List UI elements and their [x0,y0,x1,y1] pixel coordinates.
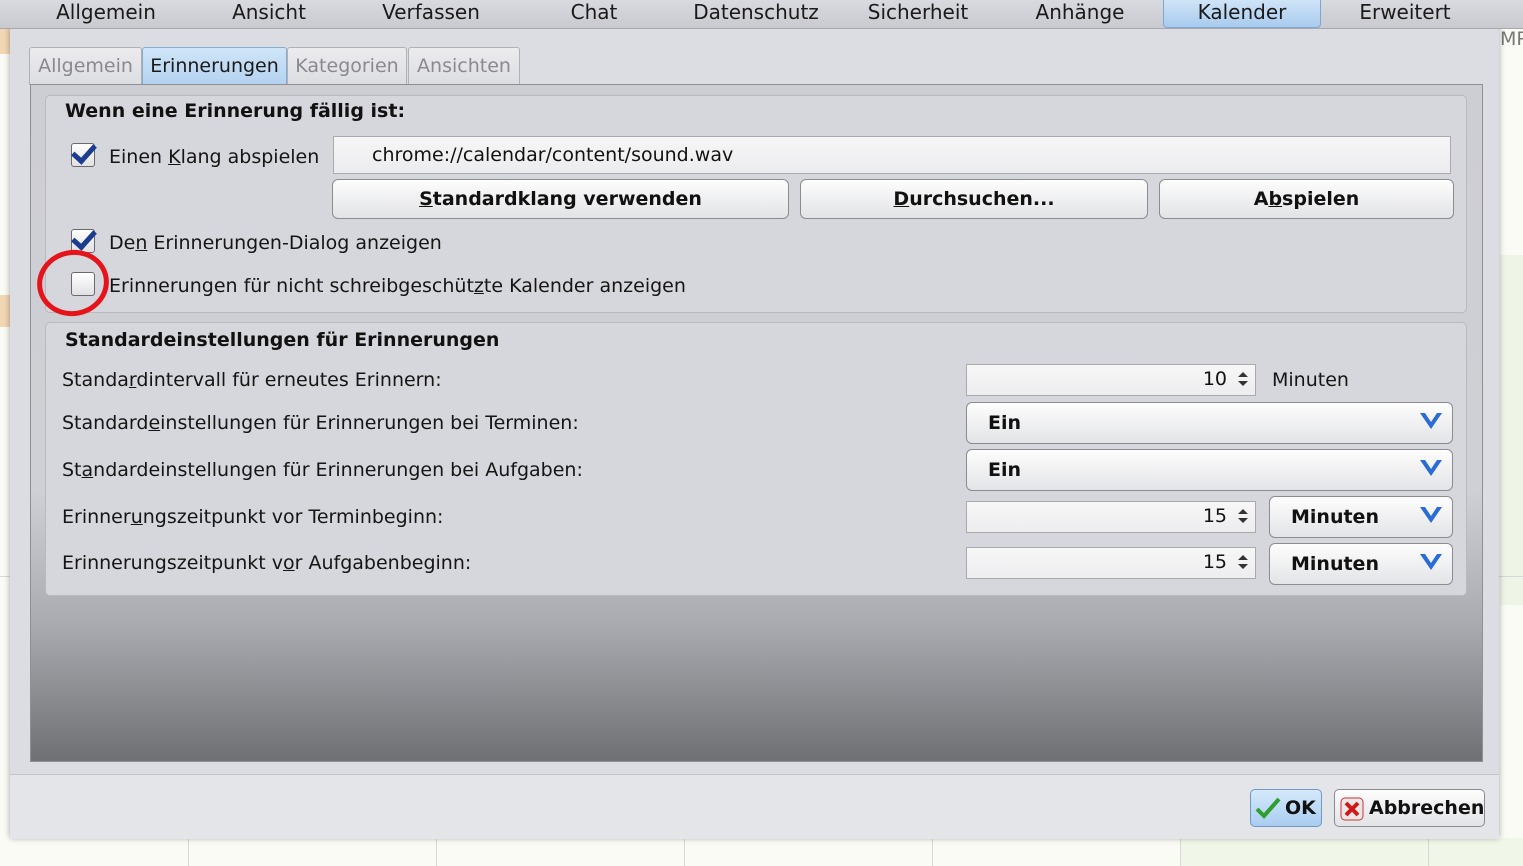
reminders-pane: Wenn eine Erinnerung fällig ist: Einen K… [30,84,1483,762]
chevron-down-icon [1420,413,1442,429]
tasks-default-value: Ein [988,459,1022,481]
close-icon [1340,797,1364,821]
task-alarm-unit-select[interactable]: Minuten [1269,543,1453,585]
sound-path-field[interactable]: chrome://calendar/content/sound.wav [333,136,1451,174]
background-gridline [1180,836,1181,866]
ok-label: OK [1285,797,1316,819]
play-button[interactable]: Abspielen [1159,179,1454,219]
cancel-button[interactable]: Abbrechen [1334,789,1485,827]
group-title: Wenn eine Erinnerung fällig ist: [65,100,406,122]
preferences-dialog: Allgemein Ansicht Verfassen Chat Datensc… [0,0,1523,839]
tasks-default-label: Standardeinstellungen für Erinnerungen b… [62,459,583,481]
background-event-strip [0,295,10,327]
spinner-arrows-icon[interactable] [1235,551,1251,573]
tab-erweitert[interactable]: Erweitert [1340,0,1470,27]
background-text: MP [1500,28,1523,50]
reminder-defaults-group: Standardeinstellungen für Erinnerungen S… [45,322,1467,596]
events-default-value: Ein [988,412,1022,434]
default-sound-button[interactable]: Standardklang verwenden [332,179,789,219]
event-alarm-unit: Minuten [1291,506,1379,528]
play-sound-checkbox[interactable] [71,143,95,167]
task-alarm-value: 15 [1202,551,1227,573]
task-alarm-label: Erinnerungszeitpunkt vor Aufgabenbeginn: [62,552,472,574]
top-tab-bar: Allgemein Ansicht Verfassen Chat Datensc… [0,0,1523,29]
background-event-strip [0,26,10,54]
events-default-select[interactable]: Ein [966,402,1453,444]
sound-path-value: chrome://calendar/content/sound.wav [372,144,734,166]
event-alarm-label: Erinnerungszeitpunkt vor Terminbeginn: [62,506,444,528]
background-gridline [684,836,685,866]
subtab-ansichten[interactable]: Ansichten [408,47,520,85]
spinner-arrows-icon[interactable] [1235,368,1251,390]
event-alarm-spinner[interactable]: 15 [966,501,1256,533]
cancel-label: Abbrechen [1369,797,1485,819]
background-gridline [436,836,437,866]
tab-allgemein[interactable]: Allgemein [40,0,172,27]
show-writable-calendars-label: Erinnerungen für nicht schreibgeschützte… [109,275,686,297]
background-calendar-cell [1180,838,1523,866]
subtab-kategorien[interactable]: Kategorien [287,47,407,85]
event-alarm-unit-select[interactable]: Minuten [1269,496,1453,538]
tab-verfassen[interactable]: Verfassen [365,0,497,27]
tasks-default-select[interactable]: Ein [966,449,1453,491]
task-alarm-spinner[interactable]: 15 [966,547,1256,579]
events-default-label: Standardeinstellungen für Erinnerungen b… [62,412,579,434]
task-alarm-unit: Minuten [1291,553,1379,575]
tab-anhaenge[interactable]: Anhänge [1015,0,1145,27]
snooze-interval-spinner[interactable]: 10 [966,364,1256,396]
chevron-down-icon [1420,460,1442,476]
ok-button[interactable]: OK [1250,789,1322,827]
checkmark-icon [1255,797,1281,819]
group-title: Standardeinstellungen für Erinnerungen [65,329,500,351]
browse-button[interactable]: Durchsuchen... [800,179,1148,219]
tab-ansicht[interactable]: Ansicht [205,0,333,27]
tab-kalender[interactable]: Kalender [1163,0,1321,28]
snooze-unit: Minuten [1272,369,1349,391]
background-calendar-column [1500,255,1523,605]
spinner-arrows-icon[interactable] [1235,505,1251,527]
background-gridline [1428,836,1429,866]
show-dialog-label: Den Erinnerungen-Dialog anzeigen [109,232,442,254]
subtab-allgemein[interactable]: Allgemein [29,47,142,85]
chevron-down-icon [1420,507,1442,523]
background-gridline [188,836,189,866]
play-sound-label: Einen Klang abspielen [109,146,320,168]
tab-chat[interactable]: Chat [530,0,658,27]
snooze-value: 10 [1202,368,1227,390]
reminder-due-group: Wenn eine Erinnerung fällig ist: Einen K… [45,95,1467,313]
chevron-down-icon [1420,554,1442,570]
dialog-footer: OK Abbrechen [10,774,1499,839]
subtab-erinnerungen[interactable]: Erinnerungen [142,47,287,85]
tab-sicherheit[interactable]: Sicherheit [852,0,984,27]
background-gridline [932,836,933,866]
event-alarm-value: 15 [1202,505,1227,527]
snooze-label: Standardintervall für erneutes Erinnern: [62,369,442,391]
tab-datenschutz[interactable]: Datenschutz [690,0,822,27]
